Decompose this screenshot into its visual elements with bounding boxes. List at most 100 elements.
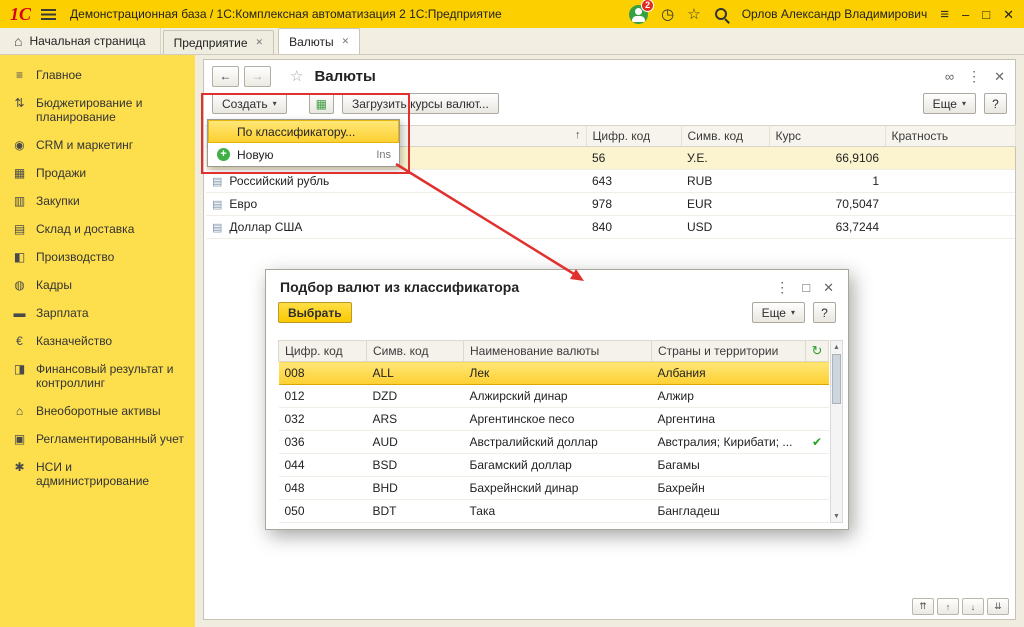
- currency-row[interactable]: ▤Доллар США 840 USD 63,7244: [206, 216, 1015, 239]
- load-rates-button[interactable]: Загрузить курсы валют...: [342, 93, 499, 114]
- go-down-button[interactable]: ↓: [962, 598, 984, 615]
- dialog-more-button[interactable]: Еще ▾: [752, 302, 805, 323]
- production-icon: ◧: [12, 250, 27, 264]
- go-last-button[interactable]: ⇊: [987, 598, 1009, 615]
- sidebar-item-treasury[interactable]: €Казначейство: [0, 327, 195, 355]
- currency-row[interactable]: ▤Российский рубль 643 RUB 1: [206, 170, 1015, 193]
- classifier-row[interactable]: 036 AUD Австралийский доллар Австралия; …: [279, 431, 829, 454]
- service-menu-icon[interactable]: ≡: [940, 7, 949, 22]
- column-symcode[interactable]: Симв. код: [367, 341, 464, 362]
- dialog-maximize-icon[interactable]: □: [802, 281, 810, 294]
- dialog-toolbar: Выбрать Еще ▾ ?: [266, 298, 848, 329]
- sidebar-item-production[interactable]: ◧ Производство: [0, 243, 195, 271]
- favorite-star-icon[interactable]: ☆: [290, 67, 303, 85]
- column-countries[interactable]: Страны и территории: [652, 341, 806, 362]
- minimize-button[interactable]: –: [962, 8, 969, 21]
- forward-button[interactable]: →: [244, 66, 271, 87]
- sidebar-item-regaccounting[interactable]: ▣Регламентированный учет: [0, 425, 195, 453]
- go-first-button[interactable]: ⇈: [912, 598, 934, 615]
- maximize-button[interactable]: □: [982, 8, 990, 21]
- close-icon[interactable]: ✕: [342, 36, 350, 47]
- classifier-symcode: ARS: [367, 408, 464, 431]
- scrollbar-thumb[interactable]: [832, 354, 841, 404]
- tab-enterprise[interactable]: Предприятие ✕: [163, 30, 275, 54]
- currency-item-icon: ▤: [212, 176, 222, 188]
- sidebar-item-payroll[interactable]: ▬Зарплата: [0, 299, 195, 327]
- menu-item-from-classifier[interactable]: По классификатору...: [208, 120, 399, 143]
- classifier-name: Лек: [464, 362, 652, 385]
- select-button[interactable]: Выбрать: [278, 302, 352, 323]
- sidebar-item-label: CRM и маркетинг: [36, 138, 133, 152]
- sidebar-item-admin[interactable]: ✱НСИ и администрирование: [0, 453, 195, 495]
- currency-symcode: EUR: [681, 193, 769, 216]
- close-icon[interactable]: ✕: [256, 37, 264, 48]
- main-icon: ≡: [12, 68, 27, 82]
- go-up-button[interactable]: ↑: [937, 598, 959, 615]
- sidebar-item-crm[interactable]: ◉CRM и маркетинг: [0, 131, 195, 159]
- classifier-countries: Бахрейн: [652, 477, 806, 500]
- classifier-name: Алжирский динар: [464, 385, 652, 408]
- more-button[interactable]: Еще ▾: [923, 93, 976, 114]
- modal-scrollbar[interactable]: ▲ ▼: [830, 340, 843, 523]
- classifier-symcode: BDT: [367, 500, 464, 523]
- classifier-row[interactable]: 050 BDT Така Бангладеш: [279, 500, 829, 523]
- column-currency-name[interactable]: Наименование валюты: [464, 341, 652, 362]
- column-multiplier[interactable]: Кратность: [885, 126, 1015, 147]
- column-symcode[interactable]: Симв. код: [681, 126, 769, 147]
- currency-symcode: У.Е.: [681, 147, 769, 170]
- classifier-row[interactable]: 012 DZD Алжирский динар Алжир: [279, 385, 829, 408]
- dialog-help-button[interactable]: ?: [813, 302, 836, 323]
- close-window-button[interactable]: ✕: [1003, 8, 1014, 21]
- classifier-row[interactable]: 008 ALL Лек Албания: [279, 362, 829, 385]
- history-icon[interactable]: ◷: [661, 7, 674, 22]
- search-icon[interactable]: [714, 7, 729, 22]
- sidebar-item-purchases[interactable]: ▥Закупки: [0, 187, 195, 215]
- column-rate[interactable]: Курс: [769, 126, 885, 147]
- tab-home-label: Начальная страница: [29, 34, 145, 48]
- sidebar-item-main[interactable]: ≡Главное: [0, 61, 195, 89]
- list-toolbar: Создать ▾ ▦ Загрузить курсы валют... Еще…: [204, 88, 1015, 118]
- classifier-name: Австралийский доллар: [464, 431, 652, 454]
- dialog-more-menu-icon[interactable]: ⋮: [775, 280, 789, 294]
- scroll-up-icon[interactable]: ▲: [831, 341, 842, 353]
- classifier-row[interactable]: 048 BHD Бахрейнский динар Бахрейн: [279, 477, 829, 500]
- currency-rate: 63,7244: [769, 216, 885, 239]
- sidebar-item-warehouse[interactable]: ▤Склад и доставка: [0, 215, 195, 243]
- currency-rate: 70,5047: [769, 193, 885, 216]
- help-button[interactable]: ?: [984, 93, 1007, 114]
- load-classifier-button[interactable]: ▦: [309, 93, 334, 114]
- current-user[interactable]: Орлов Александр Владимирович: [742, 7, 928, 21]
- menu-item-new[interactable]: + Новую Ins: [208, 143, 399, 166]
- currency-symcode: RUB: [681, 170, 769, 193]
- dialog-close-icon[interactable]: ✕: [823, 281, 834, 294]
- classifier-numcode: 044: [279, 454, 367, 477]
- refresh-icon[interactable]: ↻: [812, 343, 823, 358]
- classifier-numcode: 008: [279, 362, 367, 385]
- sidebar-item-budgeting[interactable]: ⇅Бюджетирование и планирование: [0, 89, 195, 131]
- sidebar-item-label: Кадры: [36, 278, 72, 292]
- tab-home[interactable]: ⌂ Начальная страница: [0, 28, 161, 54]
- favorites-icon[interactable]: ☆: [687, 7, 700, 22]
- classifier-row[interactable]: 032 ARS Аргентинское песо Аргентина: [279, 408, 829, 431]
- scroll-down-icon[interactable]: ▼: [831, 510, 842, 522]
- tab-currencies[interactable]: Валюты ✕: [278, 28, 360, 54]
- sidebar-item-assets[interactable]: ⌂Внеоборотные активы: [0, 397, 195, 425]
- link-icon[interactable]: ∞: [945, 70, 954, 83]
- main-menu-icon[interactable]: [41, 9, 56, 20]
- sidebar-item-finresult[interactable]: ◨Финансовый результат и контроллинг: [0, 355, 195, 397]
- more-menu-icon[interactable]: ⋮: [967, 69, 981, 83]
- classifier-row[interactable]: 044 BSD Багамский доллар Багамы: [279, 454, 829, 477]
- currency-row[interactable]: ▤Евро 978 EUR 70,5047: [206, 193, 1015, 216]
- sidebar-item-sales[interactable]: ▦Продажи: [0, 159, 195, 187]
- classifier-numcode: 012: [279, 385, 367, 408]
- sidebar-item-hr[interactable]: ◍Кадры: [0, 271, 195, 299]
- treasury-icon: €: [12, 334, 27, 348]
- notifications-icon[interactable]: 2: [629, 5, 648, 24]
- column-numcode[interactable]: Цифр. код: [279, 341, 367, 362]
- sidebar-item-label: Производство: [36, 250, 114, 264]
- classifier-countries: Аргентина: [652, 408, 806, 431]
- column-numcode[interactable]: Цифр. код: [586, 126, 681, 147]
- create-button[interactable]: Создать ▾: [212, 93, 287, 114]
- close-form-icon[interactable]: ✕: [994, 70, 1005, 83]
- back-button[interactable]: ←: [212, 66, 239, 87]
